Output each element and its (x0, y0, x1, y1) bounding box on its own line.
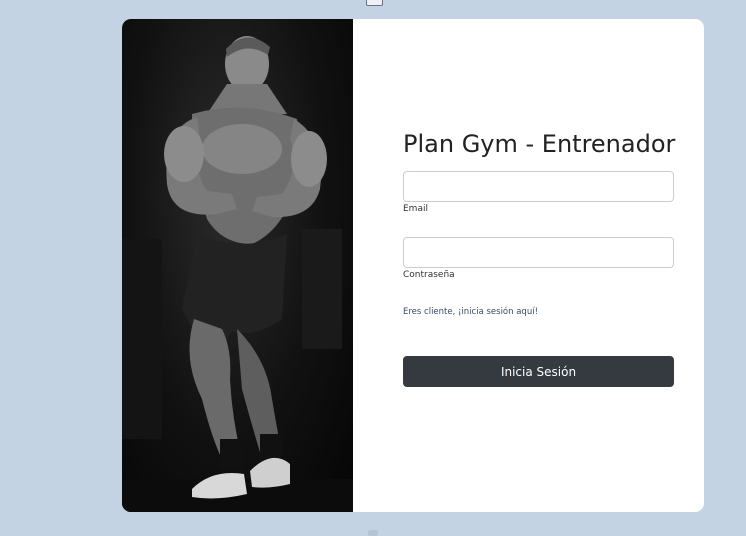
login-form: Plan Gym - Entrenador Email Contraseña E… (353, 19, 704, 512)
login-card: Plan Gym - Entrenador Email Contraseña E… (122, 19, 704, 512)
client-login-link[interactable]: Eres cliente, ¡inicia sesión aquí! (403, 307, 538, 317)
top-handle (366, 0, 383, 6)
bodybuilder-photo (122, 19, 353, 512)
email-label: Email (403, 204, 428, 214)
email-field[interactable] (403, 171, 674, 202)
bodybuilder-silhouette (122, 36, 353, 512)
login-button[interactable]: Inicia Sesión (403, 356, 674, 387)
bottom-handle (368, 530, 378, 536)
page-title: Plan Gym - Entrenador (403, 130, 676, 158)
password-label: Contraseña (403, 270, 455, 280)
password-field[interactable] (403, 237, 674, 268)
